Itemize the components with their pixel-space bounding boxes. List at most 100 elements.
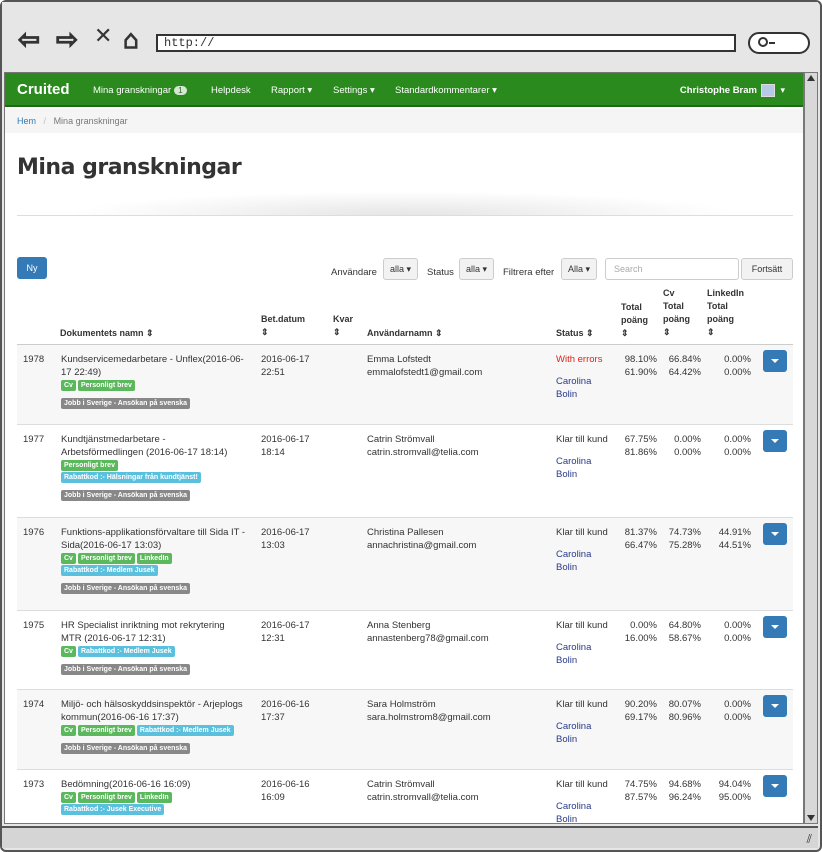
nav-mina-granskningar[interactable]: Mina granskningar 1 [93,85,187,96]
nav-helpdesk[interactable]: Helpdesk [211,85,251,96]
score-2: 0.00% [674,447,701,458]
nav-settings[interactable]: Settings ▾ [333,85,375,96]
home-icon[interactable]: ⌂ [116,23,146,55]
scroll-down-icon[interactable] [807,815,815,821]
forward-arrow-icon[interactable]: ⇨ [50,23,84,55]
column-kvar[interactable]: Kvar ⇕ [333,313,353,339]
score-2: 44.51% [718,540,751,551]
user-filter-dropdown[interactable]: alla ▾ [383,258,419,280]
back-arrow-icon[interactable]: ⇦ [12,23,46,55]
row-actions-dropdown[interactable] [763,695,787,717]
cv-score: 94.68% 96.24% [657,778,701,804]
tag-badge: Personligt brev [77,380,135,391]
reviewer-link[interactable]: Carolina Bolin [556,641,591,667]
tag-badge: LinkedIn [136,792,172,803]
doc-line-2: MTR (2016-06-17 12:31) [61,633,166,644]
new-button[interactable]: Ny [17,257,47,279]
total-score: 67.75% 81.86% [613,433,657,459]
column-document-name[interactable]: Dokumentets namn ⇕ [60,327,154,340]
reviewer-link[interactable]: Carolina Bolin [556,720,591,746]
document-name[interactable]: Funktions-applikationsförvaltare till Si… [61,526,257,594]
avatar[interactable] [761,84,775,97]
score-1: 64.80% [668,620,701,631]
col-label-3: poäng [707,314,734,324]
brand-logo[interactable]: Cruited [17,81,70,98]
tag-badge: Rabattkod :- Jusek Executive [61,804,165,815]
reviewer-link[interactable]: Carolina Bolin [556,455,591,481]
total-score: 90.20% 69.17% [613,698,657,724]
row-actions-dropdown[interactable] [763,775,787,797]
tag-badge: Personligt brev [77,792,135,803]
tag-row: Rabattkod :- Jusek Executive [61,803,257,815]
table-row: 1973 Bedömning(2016-06-16 16:09) Cv Perso… [17,770,793,823]
row-actions-dropdown[interactable] [763,430,787,452]
continue-button[interactable]: Fortsätt [741,258,793,280]
breadcrumb-home[interactable]: Hem [17,116,36,126]
tag-badge: Jobb i Sverige - Ansökan på svenska [61,398,191,409]
reviewer-first: Carolina [556,642,592,653]
column-linkedin-score[interactable]: LinkedIn Total poäng ⇕ [707,287,744,339]
close-icon[interactable]: ✕ [94,24,112,49]
tag-row: Cv Personligt brev Rabattkod :- Medlem Jus… [61,724,257,736]
payment-date: 2016-06-17 13:03 [261,526,310,552]
resize-grip-icon[interactable]: ⫽ [807,832,812,847]
sort-icon: ⇕ [707,327,715,337]
doc-line-2: kommun(2016-06-16 17:37) [61,712,179,723]
user-menu[interactable]: Christophe Bram [680,85,757,96]
tag-badge: Cv [61,380,76,391]
user-name: Anna Stenberg [367,620,431,631]
reviewer-first: Carolina [556,801,592,812]
score-1: 66.84% [668,354,701,365]
row-actions-dropdown[interactable] [763,350,787,372]
col-label-3: poäng [663,314,690,324]
tag-row: Cv Personligt brev LinkedIn [61,552,257,564]
document-name[interactable]: Bedömning(2016-06-16 16:09) Cv Personligt… [61,778,257,821]
row-actions-dropdown[interactable] [763,523,787,545]
total-score: 81.37% 66.47% [613,526,657,552]
score-1: 44.91% [718,527,751,538]
column-bet-datum[interactable]: Bet.datum ⇕ [261,313,305,339]
browser-search[interactable] [748,32,810,54]
document-name[interactable]: Miljö- och hälsoskyddsinspektör - Arjepl… [61,698,257,754]
status-filter-dropdown[interactable]: alla ▾ [459,258,495,280]
chevron-down-icon[interactable]: ▾ [780,85,785,96]
reviewer-link[interactable]: Carolina Bolin [556,800,592,823]
time: 16:09 [261,792,285,803]
score-2: 87.57% [624,792,657,803]
reviewer-link[interactable]: Carolina Bolin [556,375,591,401]
payment-date: 2016-06-16 16:09 [261,778,310,804]
column-status[interactable]: Status ⇕ [556,327,594,340]
user-email: annachristina@gmail.com [367,540,477,551]
time: 12:31 [261,633,285,644]
nav-standardkommentarer[interactable]: Standardkommentarer ▾ [395,85,497,96]
column-total-score[interactable]: Total poäng ⇕ [621,301,648,340]
user-filter-label: Användare [331,267,377,278]
document-name[interactable]: HR Specialist inriktning mot rekrytering… [61,619,257,675]
doc-line-1: HR Specialist inriktning mot rekrytering [61,620,225,631]
column-username[interactable]: Användarnamn ⇕ [367,327,443,340]
score-2: 95.00% [718,792,751,803]
document-name[interactable]: Kundservicemedarbetare - Unflex(2016-06-… [61,353,257,409]
page-viewport: Cruited Mina granskningar 1 Helpdesk Rapp… [4,72,804,824]
doc-line-1: Kundtjänstmedarbetare - [61,434,166,445]
user-info: Emma Lofstedt emmalofstedt1@gmail.com [367,353,482,379]
filter-by-dropdown[interactable]: Alla ▾ [561,258,598,280]
col-label: Bet.datum [261,314,306,324]
score-1: 74.73% [668,527,701,538]
document-name[interactable]: Kundtjänstmedarbetare - Arbetsförmedling… [61,433,257,501]
tag-row: Personligt brev [61,459,257,471]
nav-rapport[interactable]: Rapport ▾ [271,85,312,96]
tag-badge: Personligt brev [61,460,118,471]
column-cv-score[interactable]: Cv Total poäng ⇕ [663,287,690,339]
col-label-2: Total [663,301,684,311]
scroll-up-icon[interactable] [807,75,815,81]
reviewer-link[interactable]: Carolina Bolin [556,548,591,574]
url-bar[interactable]: http:// [156,34,736,52]
total-score: 98.10% 61.90% [613,353,657,379]
score-1: 0.00% [630,620,657,631]
row-actions-dropdown[interactable] [763,616,787,638]
row-id: 1974 [23,699,45,710]
payment-date: 2016-06-17 22:51 [261,353,310,379]
scrollbar[interactable] [804,72,818,824]
search-input[interactable]: Search [605,258,739,280]
